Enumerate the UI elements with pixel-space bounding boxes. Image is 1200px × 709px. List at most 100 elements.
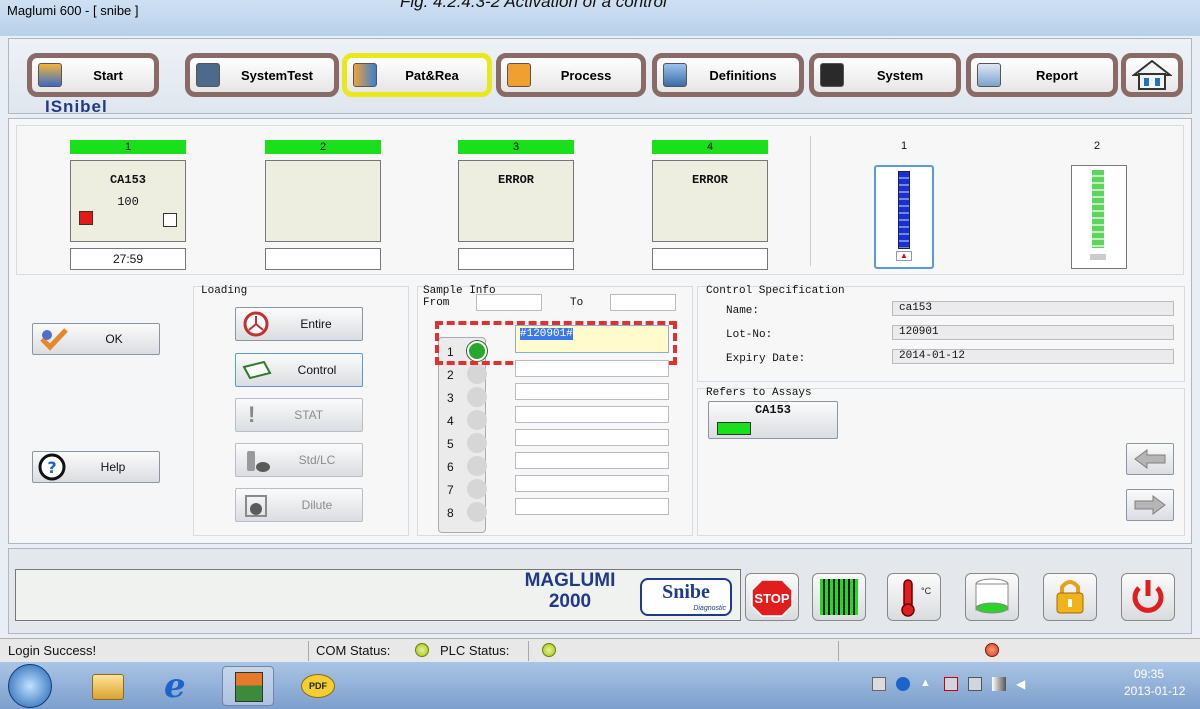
assay-ca153-button[interactable]: CA153	[708, 401, 838, 439]
row-5-number: 5	[447, 437, 454, 451]
from-input[interactable]	[476, 294, 542, 311]
row-5-dot[interactable]	[467, 433, 487, 453]
row-8-dot[interactable]	[467, 502, 487, 522]
start-button[interactable]: Start	[27, 53, 159, 97]
row-4-dot[interactable]	[467, 410, 487, 430]
std-lc-icon	[247, 451, 270, 472]
row-3-dot[interactable]	[467, 387, 487, 407]
definitions-button[interactable]: Definitions	[652, 53, 804, 97]
control-button[interactable]: Control	[235, 353, 363, 387]
report-button[interactable]: Report	[966, 53, 1118, 97]
liquid-button[interactable]	[965, 573, 1019, 621]
assays-title: Refers to Assays	[706, 387, 812, 399]
reagent-panel: 1 CA153 100 27:59 2 3 ERROR 4 ERROR 1 ▲ …	[16, 125, 1184, 275]
thermometer-icon: °C	[901, 579, 932, 617]
plc-status-indicator	[542, 643, 556, 657]
row-6-dot[interactable]	[467, 456, 487, 476]
lock-icon	[1056, 580, 1084, 614]
slot-2-box[interactable]	[265, 160, 381, 242]
brand-line-1: MAGLUMI	[524, 570, 616, 591]
home-icon	[1132, 59, 1172, 90]
sample-row-8-input[interactable]	[515, 498, 669, 515]
slot-1-time: 27:59	[70, 248, 186, 270]
entire-button[interactable]: Entire	[235, 307, 363, 341]
slot-3-time	[458, 248, 574, 270]
slot-1-count: 100	[117, 195, 139, 209]
slot-1-white-indicator	[163, 213, 177, 227]
slot-4-time	[652, 248, 768, 270]
expiry-label: Expiry Date:	[726, 353, 806, 365]
lock-button[interactable]	[1043, 573, 1097, 621]
lot-value: 120901	[892, 325, 1174, 340]
rack-2-tubes	[1092, 170, 1104, 248]
row-7-number: 7	[447, 483, 454, 497]
browser-icon: e	[164, 666, 186, 706]
std-lc-button[interactable]: Std/LC	[235, 443, 363, 477]
next-button[interactable]	[1126, 489, 1174, 521]
sample-row-2-input[interactable]	[515, 360, 669, 377]
taskbar-mfc-app[interactable]	[222, 666, 274, 706]
slot-4-box[interactable]: ERROR	[652, 160, 768, 242]
system-button[interactable]: System	[809, 53, 961, 97]
taskbar-browser[interactable]: e	[154, 666, 206, 706]
help-icon: ?	[38, 453, 66, 481]
control-spec-title: Control Specification	[706, 285, 845, 297]
signal-icon[interactable]	[992, 677, 1006, 691]
stop-button[interactable]: STOP	[745, 573, 799, 621]
grid-button[interactable]	[812, 573, 866, 621]
slot-2-time	[265, 248, 381, 270]
slot-3-box[interactable]: ERROR	[458, 160, 574, 242]
system-test-button[interactable]: SystemTest	[185, 53, 339, 97]
tray-expand-icon[interactable]: ▲	[920, 677, 934, 691]
to-input[interactable]	[610, 294, 676, 311]
slot-1-box[interactable]: CA153 100	[70, 160, 186, 242]
pdf-icon: PDF	[301, 674, 335, 698]
row-7-dot[interactable]	[467, 479, 487, 499]
rack-1-number: 1	[901, 140, 908, 152]
plc-status-label: PLC Status:	[440, 643, 510, 658]
stop-icon: STOP	[751, 579, 793, 617]
assay-ca153-status	[717, 422, 751, 435]
system-tray: ▲ ◀	[872, 677, 1032, 693]
ok-button[interactable]: OK	[32, 323, 160, 355]
expiry-value: 2014-01-12	[892, 349, 1174, 364]
battery-icon[interactable]	[968, 677, 982, 691]
row-4-number: 4	[447, 414, 454, 428]
sample-row-3-input[interactable]	[515, 383, 669, 400]
sample-row-7-input[interactable]	[515, 475, 669, 492]
taskbar-pdf[interactable]: PDF	[292, 666, 344, 706]
sample-row-4-input[interactable]	[515, 406, 669, 423]
sample-row-5-input[interactable]	[515, 429, 669, 446]
row-2-dot[interactable]	[467, 364, 487, 384]
prev-button[interactable]	[1126, 443, 1174, 475]
bottom-bar: MAGLUMI 2000 Snibe Diagnostic STOP °C	[8, 548, 1192, 634]
home-button[interactable]	[1121, 53, 1183, 97]
temperature-button[interactable]: °C	[887, 573, 941, 621]
main-area: 1 CA153 100 27:59 2 3 ERROR 4 ERROR 1 ▲ …	[8, 118, 1192, 544]
power-button[interactable]	[1121, 573, 1175, 621]
help-button[interactable]: ? Help	[32, 451, 160, 483]
network-icon[interactable]	[944, 677, 958, 691]
rack-1-arrow-icon: ▲	[896, 251, 912, 261]
volume-icon[interactable]: ◀	[1016, 677, 1030, 691]
rack-2[interactable]	[1071, 165, 1127, 269]
clock-date[interactable]: 2013-01-12	[1124, 684, 1185, 698]
pat-rea-button[interactable]: Pat&Rea	[342, 53, 492, 97]
sample-row-1-input[interactable]: #120901#	[515, 325, 669, 353]
status-message: Login Success!	[8, 643, 97, 658]
clock-time[interactable]: 09:35	[1134, 667, 1164, 681]
sample-row-6-input[interactable]	[515, 452, 669, 469]
process-button[interactable]: Process	[496, 53, 646, 97]
report-icon	[977, 63, 1001, 87]
taskbar-explorer[interactable]	[82, 666, 134, 706]
help-tray-icon[interactable]	[896, 677, 910, 691]
control-spec-panel: Control Specification Name: ca153 Lot-No…	[697, 285, 1185, 382]
keyboard-icon[interactable]	[872, 677, 886, 691]
dilute-button[interactable]: Dilute	[235, 488, 363, 522]
rack-2-base	[1090, 254, 1106, 260]
svg-text:°C: °C	[921, 586, 932, 596]
rack-1[interactable]: ▲	[874, 165, 934, 269]
start-menu-orb[interactable]	[8, 664, 52, 708]
sample-info-panel: Sample Info From To 1 2 3 4 5 6 7 8 #120…	[417, 285, 693, 536]
stat-button[interactable]: ! STAT	[235, 398, 363, 432]
